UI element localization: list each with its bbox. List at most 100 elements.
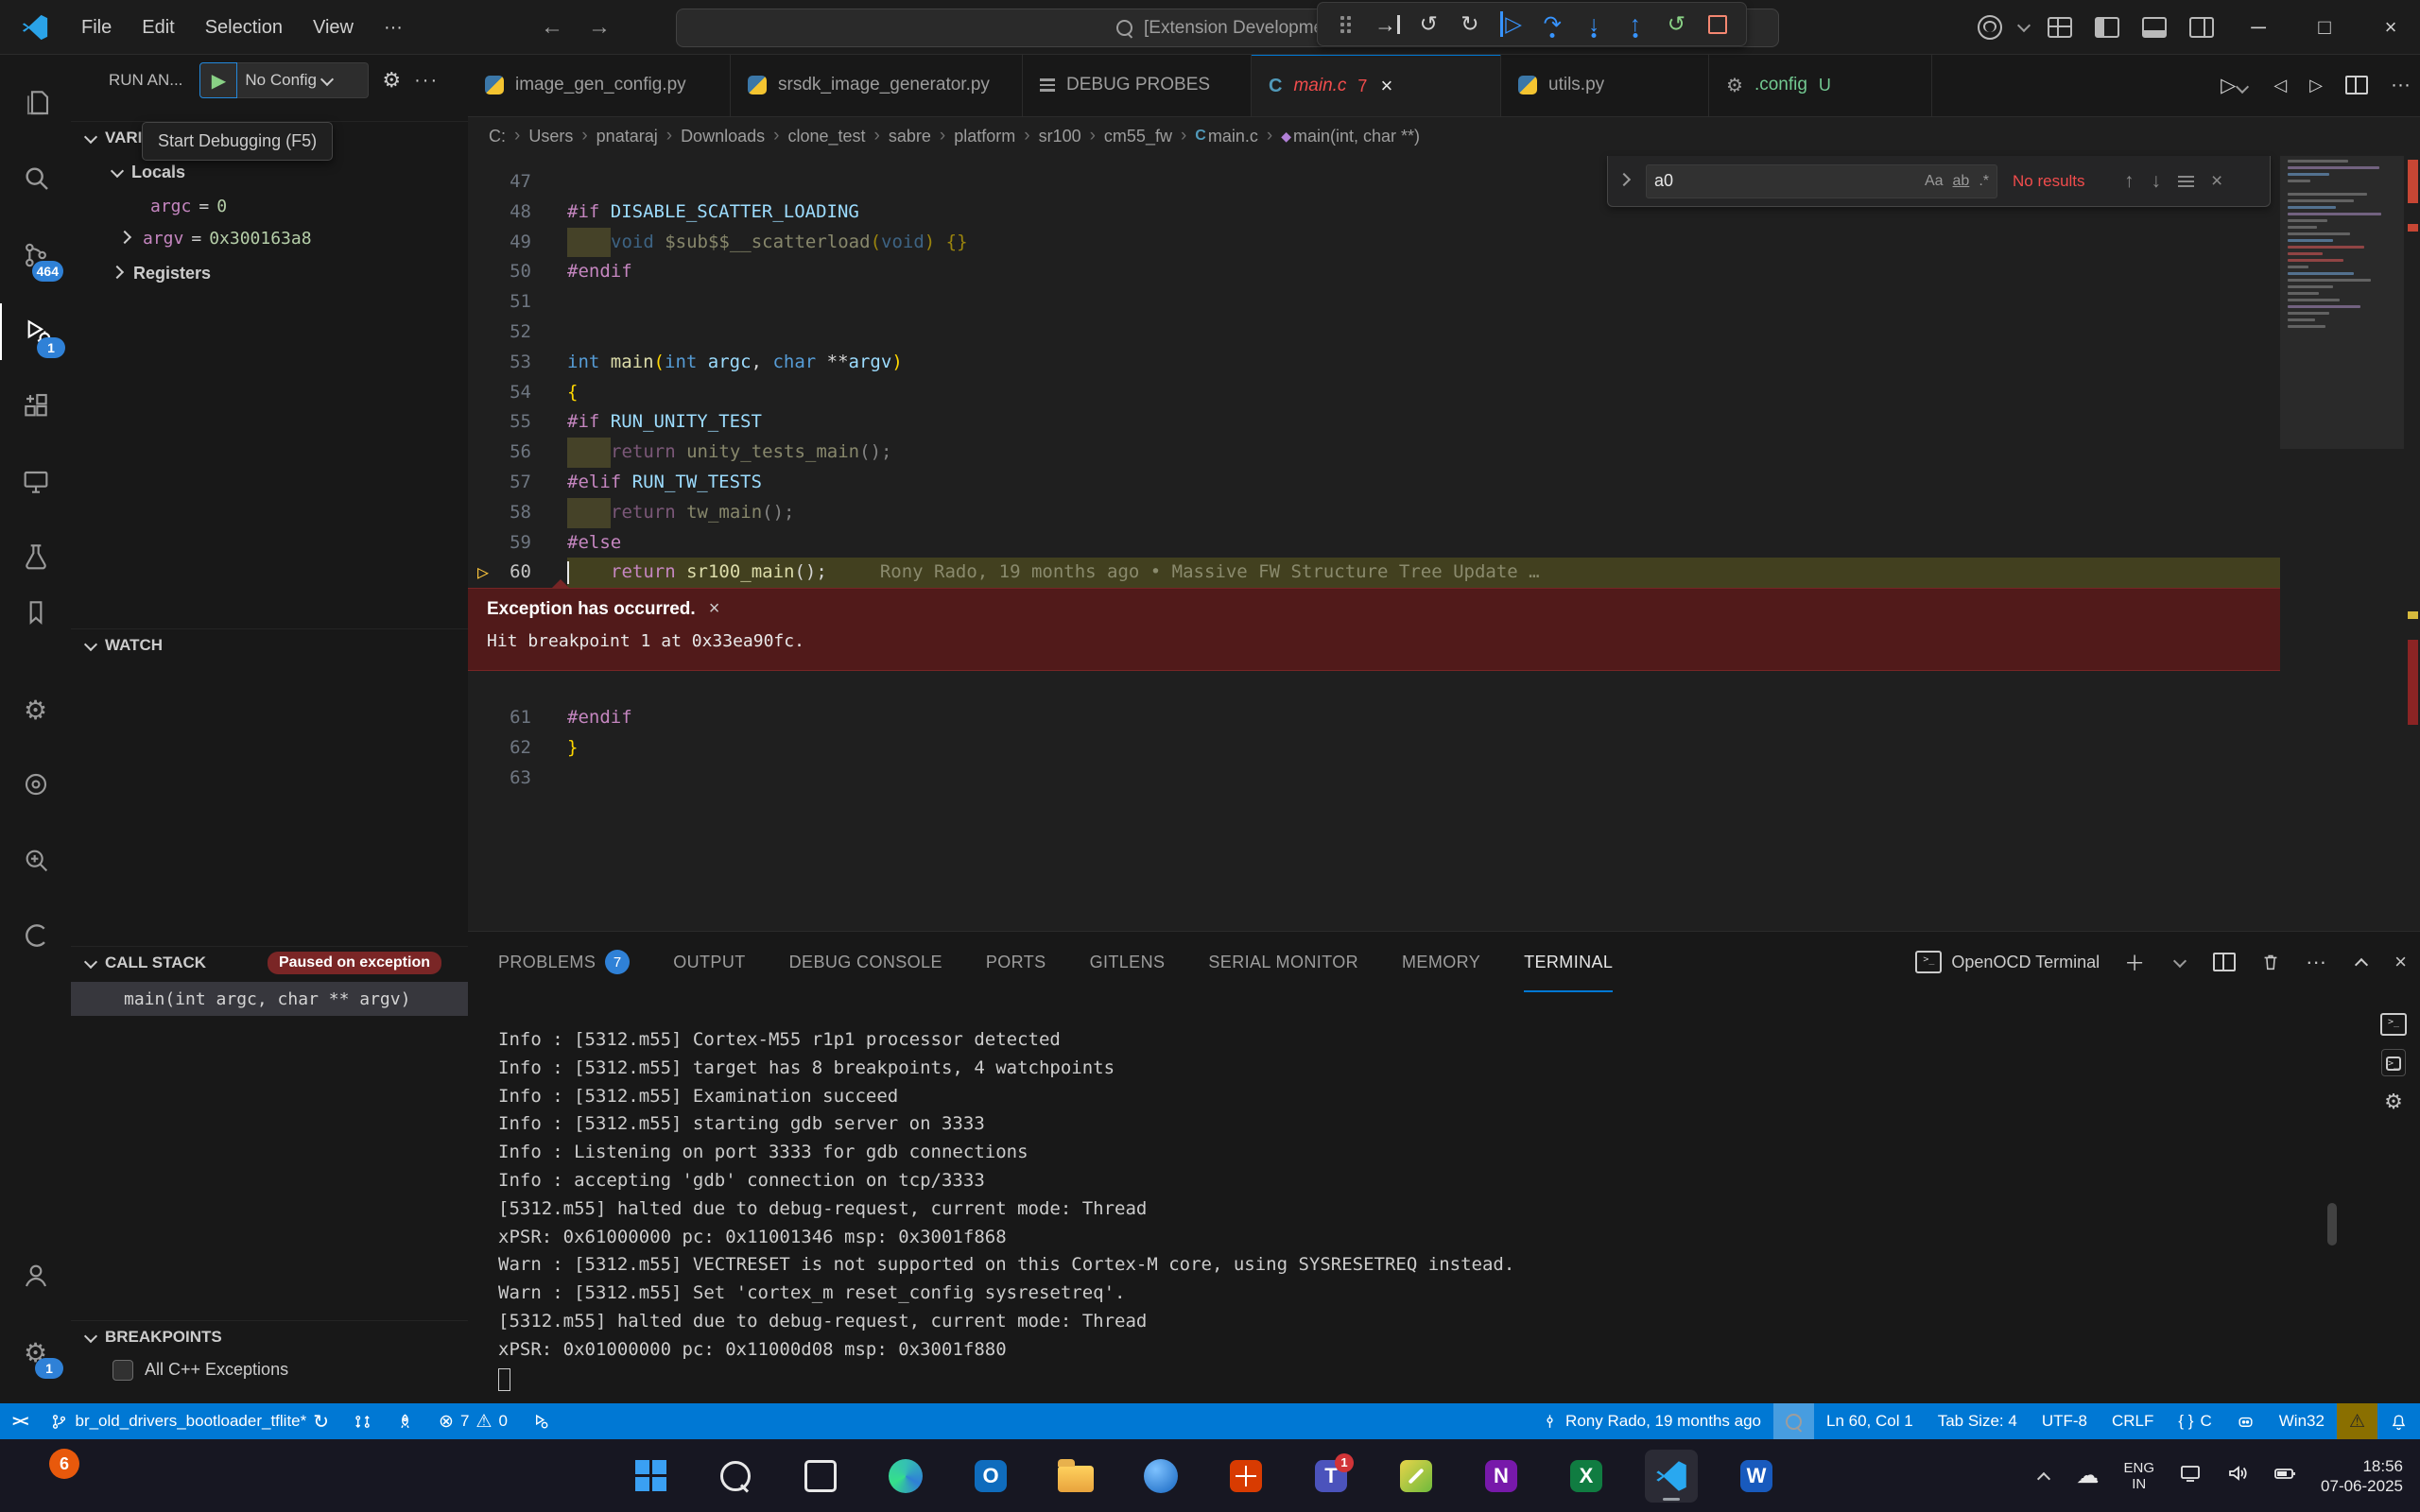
extension-view-4-icon[interactable] <box>0 907 71 964</box>
refresh-icon[interactable]: ↻ <box>1454 9 1486 41</box>
tab-close-icon[interactable]: × <box>1380 74 1392 98</box>
regex-icon[interactable]: .* <box>1979 173 1989 190</box>
breakpoint-all-cpp-exceptions[interactable]: All C++ Exceptions <box>71 1354 468 1385</box>
windows-start-icon[interactable] <box>624 1450 677 1503</box>
taskbar-corner-badge[interactable]: 6 <box>49 1449 79 1479</box>
run-file-button[interactable]: ▷ <box>2221 74 2251 97</box>
step-out-icon[interactable]: ↑ <box>1619 9 1651 41</box>
registers-group[interactable]: Registers <box>71 258 468 289</box>
maximize-panel-icon[interactable] <box>2355 958 2368 971</box>
code-line-63[interactable]: 63 <box>468 764 2280 794</box>
edge-icon[interactable] <box>879 1450 932 1503</box>
find-next-icon[interactable]: ↓ <box>2152 170 2162 193</box>
code-line-50[interactable]: 50#endif <box>468 257 2280 287</box>
menu-overflow-icon[interactable]: ··· <box>369 10 418 44</box>
tab-debug-probes[interactable]: DEBUG PROBES <box>1023 54 1252 116</box>
code-line-62[interactable]: 62} <box>468 733 2280 764</box>
platform-item[interactable]: Win32 <box>2267 1403 2337 1439</box>
split-terminal-icon[interactable] <box>2213 953 2236 971</box>
encoding-item[interactable]: UTF-8 <box>2030 1403 2100 1439</box>
extension-view-2-icon[interactable] <box>0 756 71 813</box>
panel-tab-serial-monitor[interactable]: SERIAL MONITOR <box>1208 932 1358 992</box>
continue-icon[interactable]: ▷ <box>1495 9 1528 41</box>
office-grid-icon[interactable] <box>1219 1450 1272 1503</box>
extension-view-1-icon[interactable]: ⚙ <box>0 681 71 738</box>
terminal-session-label[interactable]: >_ OpenOCD Terminal <box>1915 951 2100 973</box>
customize-layout-icon[interactable] <box>2048 17 2072 38</box>
status-search-icon[interactable] <box>1773 1403 1814 1439</box>
start-debugging-button[interactable]: ▶ <box>199 62 237 98</box>
breadcrumb-item[interactable]: sr100 <box>1039 127 1081 146</box>
breadcrumb-item[interactable]: Users <box>528 127 573 146</box>
new-terminal-icon[interactable]: ＋ <box>2124 947 2145 977</box>
toggle-sidebar-icon[interactable] <box>2095 17 2119 38</box>
locals-group[interactable]: Locals <box>71 157 468 188</box>
snipping-tool-icon[interactable] <box>1390 1450 1443 1503</box>
toggle-secondary-sidebar-icon[interactable] <box>2189 17 2214 38</box>
close-button[interactable]: × <box>2361 0 2420 54</box>
find-close-icon[interactable]: × <box>2211 170 2222 193</box>
code-line-53[interactable]: 53int main(int argc, char **argv) <box>468 348 2280 378</box>
taskbar-search-icon[interactable] <box>709 1450 762 1503</box>
whole-word-icon[interactable]: ab <box>1953 173 1970 190</box>
run-to-cursor-icon[interactable]: → <box>1372 9 1404 41</box>
call-stack-frame[interactable]: main(int argc, char ** argv) <box>71 982 468 1016</box>
cursor-position-item[interactable]: Ln 60, Col 1 <box>1814 1403 1926 1439</box>
bookmarks-icon[interactable] <box>0 584 71 641</box>
views-more-icon[interactable]: ··· <box>414 70 439 92</box>
breadcrumb-item[interactable]: ◆main(int, char **) <box>1281 127 1420 146</box>
code-line-49[interactable]: 49void $sub$$__scatterload(void) {} <box>468 228 2280 258</box>
panel-tab-ports[interactable]: PORTS <box>986 932 1046 992</box>
next-change-icon[interactable]: ▷ <box>2309 76 2323 95</box>
nav-back-icon[interactable]: ← <box>541 14 563 41</box>
explorer-icon[interactable] <box>0 74 71 130</box>
minimize-button[interactable]: ─ <box>2229 0 2288 54</box>
kill-terminal-icon[interactable] <box>2260 952 2281 972</box>
panel-tab-memory[interactable]: MEMORY <box>1402 932 1480 992</box>
terminal-settings-icon[interactable]: ⚙ <box>2384 1090 2403 1114</box>
clock[interactable]: 18:56 07-06-2025 <box>2321 1456 2403 1496</box>
code-line-61[interactable]: 61#endif <box>468 703 2280 733</box>
terminal-output[interactable]: Info : [5312.m55] Cortex-M55 r1p1 proces… <box>498 1026 2294 1392</box>
close-panel-icon[interactable]: × <box>2394 950 2407 974</box>
menu-edit[interactable]: Edit <box>127 10 189 44</box>
search-sidebar-icon[interactable] <box>0 149 71 206</box>
tab--config[interactable]: ⚙.configU <box>1709 54 1932 116</box>
code-line-56[interactable]: 56return unity_tests_main(); <box>468 438 2280 468</box>
launch-icon[interactable] <box>384 1403 426 1439</box>
maximize-button[interactable]: □ <box>2295 0 2354 54</box>
debug-status-icon[interactable] <box>520 1403 562 1439</box>
code-line-54[interactable]: 54{ <box>468 378 2280 408</box>
exception-close-icon[interactable]: × <box>709 598 720 619</box>
breadcrumb-item[interactable]: clone_test <box>787 127 865 146</box>
battery-icon[interactable] <box>2273 1462 2296 1489</box>
toggle-panel-icon[interactable] <box>2142 17 2167 38</box>
testing-icon[interactable] <box>0 527 71 584</box>
nav-forward-icon[interactable]: → <box>588 14 611 41</box>
menu-selection[interactable]: Selection <box>190 10 298 44</box>
tab-size-item[interactable]: Tab Size: 4 <box>1926 1403 2030 1439</box>
run-and-debug-icon[interactable]: 1 <box>0 303 73 360</box>
step-into-icon[interactable]: ↓ <box>1578 9 1610 41</box>
remote-indicator[interactable]: >< <box>0 1403 38 1439</box>
watch-section-header[interactable]: WATCH <box>71 628 468 662</box>
status-warning-icon[interactable]: ⚠ <box>2337 1403 2377 1439</box>
code-line-57[interactable]: 57#elif RUN_TW_TESTS <box>468 468 2280 498</box>
drag-handle-icon[interactable] <box>1330 9 1362 41</box>
excel-icon[interactable]: X <box>1560 1450 1613 1503</box>
language-indicator[interactable]: ENGIN <box>2124 1460 2155 1492</box>
onedrive-cloud-icon[interactable]: ☁ <box>2077 1462 2100 1489</box>
panel-tab-problems[interactable]: PROBLEMS7 <box>498 932 630 992</box>
remote-explorer-icon[interactable] <box>0 454 71 510</box>
stop-icon[interactable] <box>1702 9 1734 41</box>
code-line-58[interactable]: 58return tw_main(); <box>468 498 2280 528</box>
code-line-55[interactable]: 55#if RUN_UNITY_TEST <box>468 407 2280 438</box>
code-line-59[interactable]: 59#else <box>468 528 2280 558</box>
panel-more-actions-icon[interactable]: ··· <box>2306 950 2326 974</box>
network-icon[interactable] <box>2179 1462 2202 1489</box>
source-control-icon[interactable]: 464 <box>0 227 71 284</box>
panel-tab-gitlens[interactable]: GITLENS <box>1090 932 1166 992</box>
breakpoints-section-header[interactable]: BREAKPOINTS <box>71 1320 468 1353</box>
panel-tab-output[interactable]: OUTPUT <box>673 932 745 992</box>
outlook-icon[interactable]: O <box>964 1450 1017 1503</box>
